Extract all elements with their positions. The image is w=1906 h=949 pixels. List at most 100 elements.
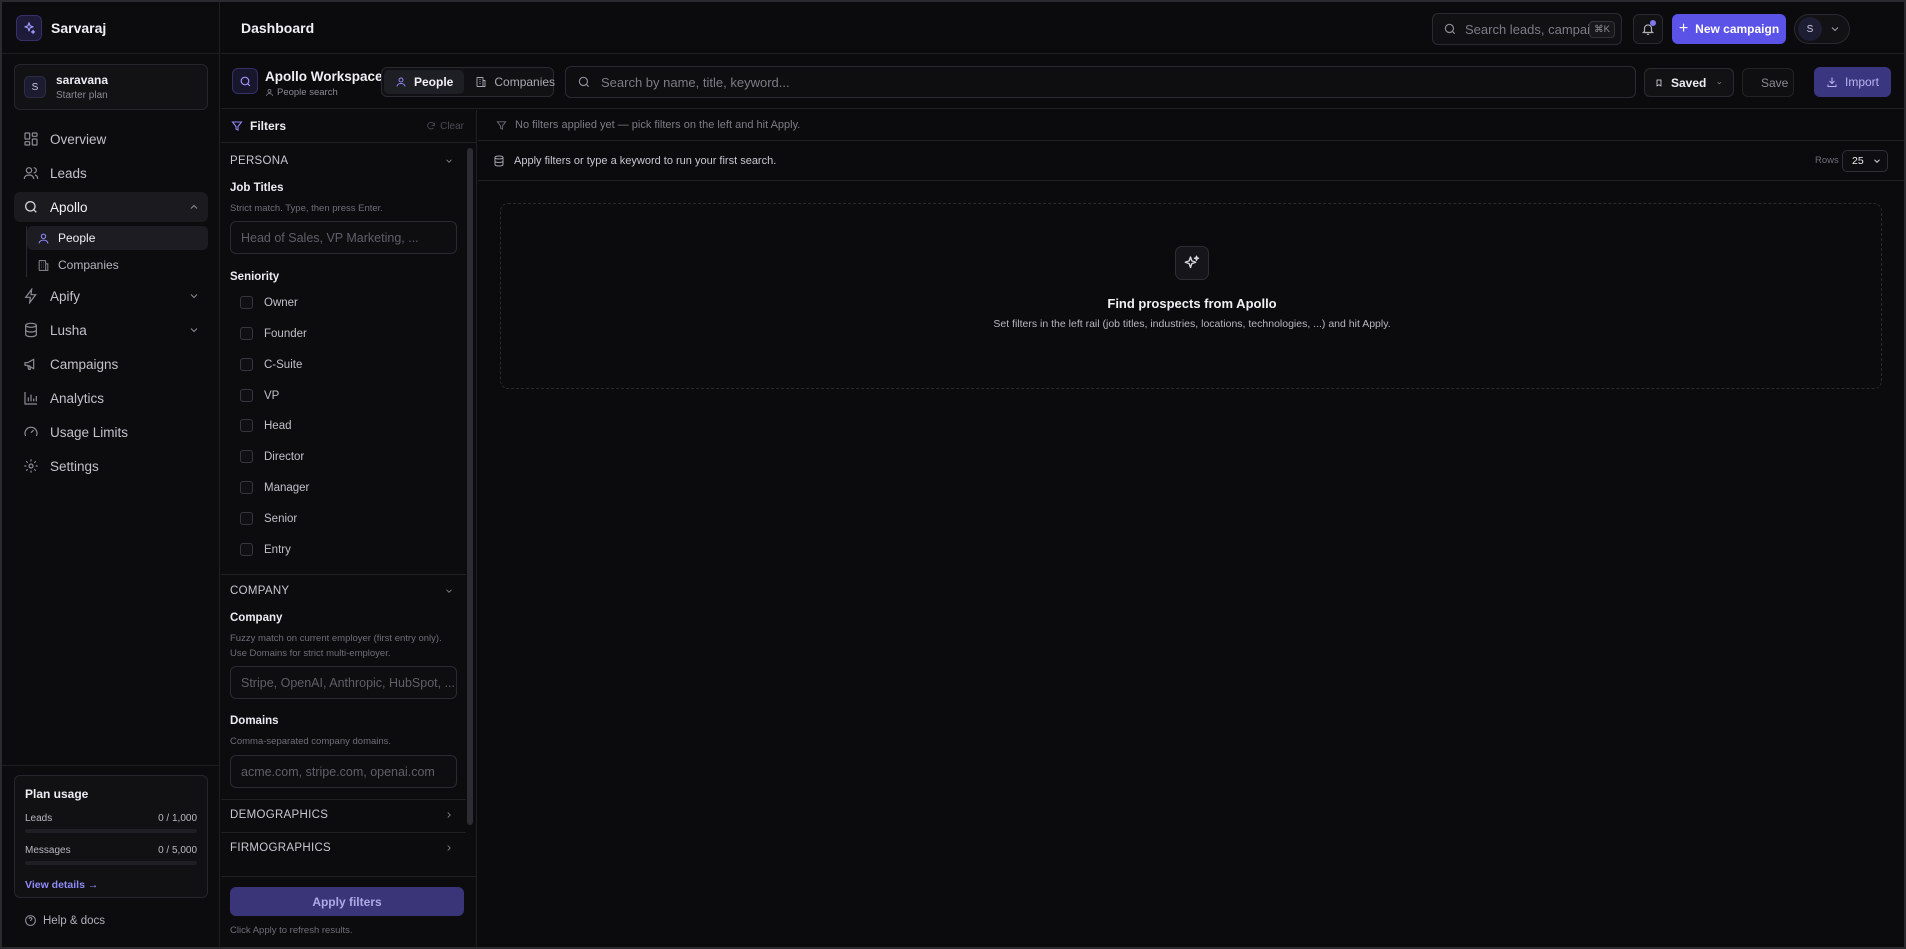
nav-item-overview[interactable]: Overview [14,124,208,154]
refresh-icon [427,121,435,130]
seniority-checkbox-head[interactable]: Head [240,419,292,432]
company-input[interactable]: Stripe, OpenAI, Anthropic, HubSpot, ... [230,666,457,699]
seniority-option-label: Founder [264,327,307,340]
saved-searches-button[interactable]: Saved [1644,68,1734,97]
download-icon [1827,77,1837,87]
save-label: Save [1761,75,1789,90]
chevron-down-icon[interactable] [188,290,200,302]
database-icon [494,155,504,167]
domains-input[interactable]: acme.com, stripe.com, openai.com [230,755,457,788]
job-titles-input[interactable]: Head of Sales, VP Marketing, ... [230,221,457,254]
seniority-checkbox-c-suite[interactable]: C-Suite [240,358,302,371]
seniority-checkbox-owner[interactable]: Owner [240,296,298,309]
seniority-checkbox-director[interactable]: Director [240,450,304,463]
apply-filters-button[interactable]: Apply filters [230,887,464,916]
megaphone-icon [24,358,35,370]
filter-icon [231,121,243,131]
seniority-checkbox-entry[interactable]: Entry [240,543,291,556]
import-button[interactable]: Import [1814,67,1891,97]
nav-item-leads[interactable]: Leads [14,158,208,188]
chevron-down-icon[interactable] [188,324,200,336]
chevron-up-icon[interactable] [188,201,200,213]
sparkle-logo-icon [16,14,42,41]
lightning-icon [24,288,37,304]
checkbox[interactable] [240,358,253,371]
section-company-toggle[interactable]: COMPANY [221,576,466,606]
nav-item-campaigns[interactable]: Campaigns [14,349,208,379]
grid-icon [24,132,38,146]
saved-label: Saved [1670,75,1707,90]
save-search-button[interactable]: Save [1742,68,1794,97]
domains-label: Domains [230,715,279,727]
filters-title: Filters [250,119,287,133]
people-search-input[interactable]: Search by name, title, keyword... [565,66,1636,98]
nav-item-apollo[interactable]: Apollo [14,192,208,222]
bar-chart-icon [24,392,37,405]
search-icon [1444,23,1456,35]
active-filters-bar: No filters applied yet — pick filters on… [478,110,1904,141]
building-icon [38,259,49,271]
checkbox[interactable] [240,450,253,463]
new-campaign-button[interactable]: + New campaign [1672,14,1786,44]
checkbox[interactable] [240,543,253,556]
section-demographics-toggle[interactable]: DEMOGRAPHICS [221,800,466,830]
gauge-icon [24,426,38,437]
database-icon [25,322,37,338]
account-menu-button[interactable]: S [1794,14,1850,44]
view-details-link[interactable]: View details → [25,879,197,891]
tab-companies[interactable]: Companies [464,70,566,94]
subnav-item-companies[interactable]: Companies [27,253,208,277]
tab-people-label: People [414,75,454,89]
seniority-option-label: Head [264,419,292,432]
user-card[interactable]: S saravana Starter plan [14,64,208,110]
help-docs-link[interactable]: Help & docs [24,914,105,927]
seniority-checkbox-senior[interactable]: Senior [240,512,297,525]
plan-usage-leads-label: Leads [25,813,53,824]
seniority-checkbox-manager[interactable]: Manager [240,481,309,494]
brand[interactable]: Sarvaraj [2,2,219,54]
nav-item-settings[interactable]: Settings [14,451,208,481]
user-name: saravana [56,73,109,87]
plan-usage-leads-bar [25,829,197,833]
apply-note: Click Apply to refresh results. [230,925,353,936]
search-icon [25,201,37,213]
checkbox[interactable] [240,296,253,309]
rows-per-page-select[interactable]: 25 [1842,150,1888,172]
results-area: No filters applied yet — pick filters on… [478,110,1904,947]
user-plan: Starter plan [56,90,108,101]
filters-scrollbar[interactable] [467,148,473,825]
checkbox[interactable] [240,481,253,494]
nav-label-apollo: Apollo [50,199,88,215]
nav-item-analytics[interactable]: Analytics [14,383,208,413]
section-firmographics-toggle[interactable]: FIRMOGRAPHICS [221,833,466,863]
user-avatar: S [24,76,46,98]
notifications-button[interactable] [1633,14,1663,44]
company-placeholder: Stripe, OpenAI, Anthropic, HubSpot, ... [241,675,456,690]
checkbox[interactable] [240,419,253,432]
nav-label-analytics: Analytics [50,390,105,406]
nav-item-usage-limits[interactable]: Usage Limits [14,417,208,447]
workspace-subtitle: People search [265,87,338,98]
main-nav: Overview Leads Apollo People Companies A… [14,124,208,485]
chevron-right-icon [447,845,451,851]
chevron-down-icon [1831,27,1839,32]
seniority-checkbox-founder[interactable]: Founder [240,327,307,340]
global-search-input[interactable]: Search leads, campaigns... ⌘K [1432,13,1622,45]
nav-item-lusha[interactable]: Lusha [14,315,208,345]
nav-item-apify[interactable]: Apify [14,281,208,311]
checkbox[interactable] [240,389,253,402]
plan-usage-messages-row: Messages 0 / 5,000 [25,845,197,856]
seniority-checkbox-vp[interactable]: VP [240,389,279,402]
new-campaign-label: New campaign [1695,22,1780,36]
plan-usage-card: Plan usage Leads 0 / 1,000 Messages 0 / … [14,775,208,898]
chevron-down-icon [446,159,452,163]
checkbox[interactable] [240,512,253,525]
section-persona-toggle[interactable]: PERSONA [221,146,466,176]
subnav-item-people[interactable]: People [27,226,208,250]
gear-icon [24,459,38,473]
plan-usage-title: Plan usage [25,787,89,801]
checkbox[interactable] [240,327,253,340]
tab-people[interactable]: People [384,70,465,94]
clear-filters-button[interactable]: Clear [426,121,464,132]
nav-label-campaigns: Campaigns [50,356,119,372]
